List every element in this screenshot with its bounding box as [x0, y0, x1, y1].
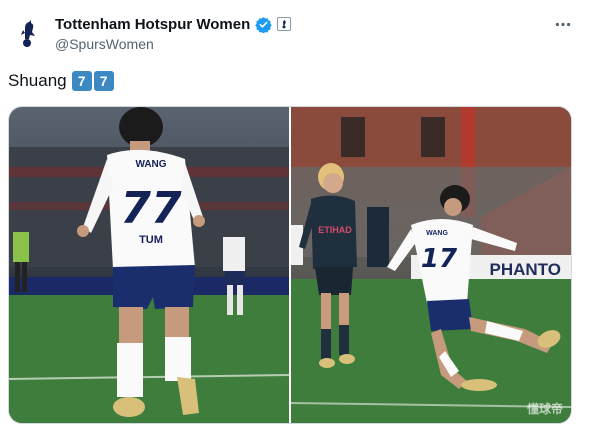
shirt-name: WANG: [135, 159, 166, 170]
more-options-button[interactable]: [548, 12, 578, 36]
club-crest-badge-icon[interactable]: [277, 17, 292, 31]
tweet-text-word: Shuang: [8, 71, 67, 90]
photo-player-back: WANG 77 TUM: [9, 107, 289, 423]
keycap-seven-emoji: 7: [93, 71, 114, 91]
more-dots-icon: [555, 22, 571, 26]
tweet-photo-1[interactable]: WANG 77 TUM: [9, 107, 289, 423]
spurs-cockerel-crest-icon: [21, 20, 35, 47]
verified-check-icon: [255, 16, 272, 33]
watermark: 懂球帝: [526, 402, 563, 416]
shirt-sponsor: TUM: [139, 234, 163, 246]
photo-player-shot: PHANTO ETIHAD WANG 17: [291, 107, 571, 423]
display-name[interactable]: Tottenham Hotspur Women: [55, 16, 250, 33]
media-grid: WANG 77 TUM PHANTO ETIHAD WANG 17 懂球帝: [8, 106, 572, 424]
shirt-name-2: WANG: [426, 230, 448, 237]
name-row: Tottenham Hotspur Women: [55, 14, 292, 34]
keycap-seven-emoji: 7: [71, 71, 92, 91]
shirt-number-2: 17: [421, 244, 458, 274]
tweet-card: Tottenham Hotspur Women @SpursWomen Shua…: [0, 0, 590, 443]
ad-board-text: PHANTO: [490, 260, 561, 279]
shirt-number: 77: [120, 183, 182, 234]
account-handle[interactable]: @SpursWomen: [55, 36, 154, 52]
tweet-photo-2[interactable]: PHANTO ETIHAD WANG 17 懂球帝: [291, 107, 571, 423]
avatar[interactable]: [10, 14, 46, 50]
opponent-sponsor: ETIHAD: [318, 225, 352, 235]
tweet-text: Shuang 7 7: [8, 71, 116, 91]
